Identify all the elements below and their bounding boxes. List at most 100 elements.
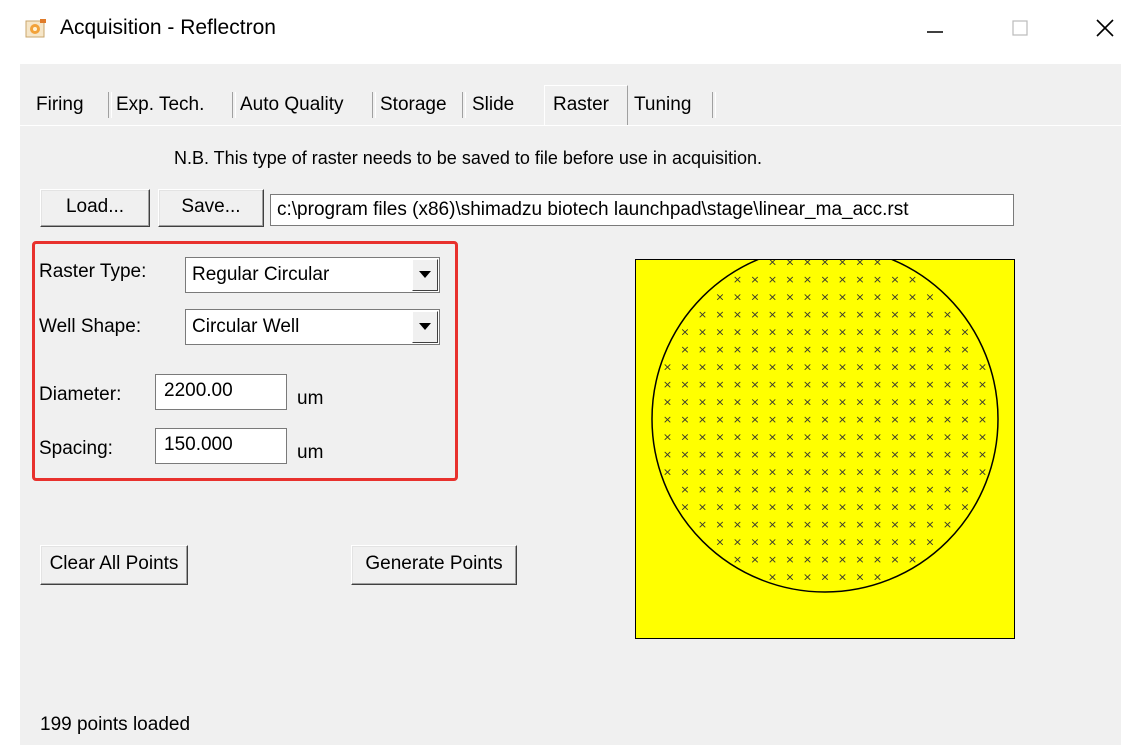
raster-point: ×: [733, 483, 742, 496]
raster-point: ×: [925, 466, 934, 479]
raster-preview: × × × × × × × × × × × × × × × × × × × × × × × × × × × × × × × × × × × × × × × ×…: [635, 259, 1015, 639]
generate-button-label: Generate Points: [365, 553, 503, 574]
raster-point: ×: [855, 291, 864, 304]
raster-point: ×: [750, 501, 759, 514]
raster-point: ×: [785, 291, 794, 304]
raster-point: ×: [768, 483, 777, 496]
raster-point: ×: [680, 466, 689, 479]
spacing-field[interactable]: 150.000: [155, 428, 287, 464]
raster-point: ×: [698, 378, 707, 391]
raster-point: ×: [733, 343, 742, 356]
raster-point: ×: [908, 343, 917, 356]
dialog-client-area: Firing Exp. Tech. Auto Quality Storage S…: [20, 64, 1121, 745]
raster-point: ×: [873, 431, 882, 444]
chevron-down-icon[interactable]: [412, 311, 438, 343]
raster-point: ×: [715, 413, 724, 426]
raster-point: ×: [768, 448, 777, 461]
raster-point: ×: [855, 260, 864, 269]
raster-point: ×: [680, 396, 689, 409]
raster-point: ×: [820, 273, 829, 286]
tab-exp-tech[interactable]: Exp. Tech.: [116, 89, 236, 121]
raster-point: ×: [768, 466, 777, 479]
tab-auto-quality[interactable]: Auto Quality: [240, 89, 376, 121]
raster-point: ×: [820, 466, 829, 479]
save-button[interactable]: Save...: [158, 189, 264, 227]
raster-point: ×: [785, 361, 794, 374]
raster-point: ×: [943, 378, 952, 391]
diameter-unit: um: [297, 388, 324, 409]
raster-point: ×: [908, 483, 917, 496]
raster-point: ×: [873, 466, 882, 479]
raster-point: ×: [820, 378, 829, 391]
tab-tuning[interactable]: Tuning: [634, 89, 716, 121]
raster-point: ×: [768, 501, 777, 514]
clear-all-points-button[interactable]: Clear All Points: [40, 545, 188, 585]
tab-firing[interactable]: Firing: [36, 89, 112, 121]
raster-point: ×: [698, 483, 707, 496]
raster-point: ×: [908, 396, 917, 409]
raster-point: ×: [838, 326, 847, 339]
raster-point: ×: [855, 483, 864, 496]
load-button[interactable]: Load...: [40, 189, 150, 227]
raster-point: ×: [943, 343, 952, 356]
raster-point: ×: [785, 378, 794, 391]
raster-point: ×: [978, 396, 987, 409]
tab-storage[interactable]: Storage: [380, 89, 466, 121]
app-gear-icon: [24, 18, 48, 40]
raster-point: ×: [680, 343, 689, 356]
raster-point: ×: [838, 273, 847, 286]
tab-slide[interactable]: Slide: [472, 89, 532, 121]
raster-point: ×: [785, 431, 794, 444]
raster-point: ×: [908, 378, 917, 391]
raster-point: ×: [698, 413, 707, 426]
tab-label: Raster: [553, 94, 609, 115]
raster-point: ×: [873, 273, 882, 286]
raster-file-path-field[interactable]: c:\program files (x86)\shimadzu biotech …: [270, 194, 1014, 226]
diameter-field[interactable]: 2200.00: [155, 374, 287, 410]
raster-point: ×: [925, 396, 934, 409]
raster-type-dropdown[interactable]: Regular Circular: [185, 257, 440, 293]
raster-point: ×: [803, 466, 812, 479]
tab-raster[interactable]: Raster: [544, 85, 628, 125]
raster-point: ×: [873, 501, 882, 514]
raster-point: ×: [890, 396, 899, 409]
raster-point: ×: [750, 536, 759, 549]
diameter-label: Diameter:: [39, 384, 122, 405]
raster-point: ×: [960, 501, 969, 514]
raster-point: ×: [750, 553, 759, 566]
raster-point: ×: [943, 326, 952, 339]
chevron-down-icon[interactable]: [412, 259, 438, 291]
raster-point: ×: [890, 308, 899, 321]
raster-point: ×: [715, 361, 724, 374]
raster-point: ×: [890, 291, 899, 304]
raster-point: ×: [750, 518, 759, 531]
raster-point: ×: [750, 413, 759, 426]
raster-point: ×: [855, 501, 864, 514]
raster-point: ×: [715, 431, 724, 444]
raster-point: ×: [768, 260, 777, 269]
raster-point: ×: [803, 361, 812, 374]
raster-point: ×: [838, 483, 847, 496]
raster-point: ×: [960, 343, 969, 356]
raster-point: ×: [785, 448, 794, 461]
well-shape-dropdown[interactable]: Circular Well: [185, 309, 440, 345]
raster-point: ×: [820, 431, 829, 444]
raster-point: ×: [820, 571, 829, 584]
raster-point: ×: [855, 431, 864, 444]
raster-point: ×: [785, 553, 794, 566]
minimize-button[interactable]: [905, 10, 965, 50]
raster-point: ×: [698, 361, 707, 374]
raster-point: ×: [768, 326, 777, 339]
raster-point: ×: [715, 308, 724, 321]
generate-points-button[interactable]: Generate Points: [351, 545, 517, 585]
maximize-button[interactable]: [990, 10, 1050, 50]
raster-point: ×: [733, 448, 742, 461]
raster-point: ×: [855, 326, 864, 339]
raster-point: ×: [838, 536, 847, 549]
close-button[interactable]: [1075, 10, 1121, 50]
raster-point: ×: [803, 413, 812, 426]
raster-point: ×: [750, 361, 759, 374]
raster-point: ×: [803, 326, 812, 339]
raster-point: ×: [698, 501, 707, 514]
raster-point: ×: [715, 448, 724, 461]
